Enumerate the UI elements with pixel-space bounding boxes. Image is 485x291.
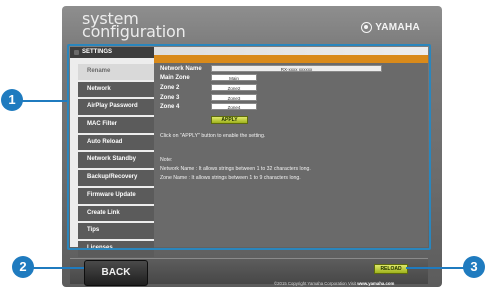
title-line-2: configuration <box>82 22 186 41</box>
callout-2-line <box>32 267 84 269</box>
back-button[interactable]: BACK <box>84 260 148 286</box>
yamaha-website-link[interactable]: www.yamaha.com <box>357 281 394 286</box>
settings-highlight-outline <box>67 44 431 250</box>
callout-3: 3 <box>463 256 485 278</box>
copyright-text: ©2015 Copyright Yamaha Corporation Visit… <box>274 281 394 286</box>
yamaha-logo-text: YAMAHA <box>375 22 420 33</box>
system-configuration-window: system configuration YAMAHA SETTINGS Ren… <box>62 6 442 287</box>
callout-2: 2 <box>12 256 34 278</box>
callout-3-line <box>406 267 471 269</box>
copyright-prefix: ©2015 Copyright Yamaha Corporation Visit <box>274 281 358 286</box>
yamaha-logo: YAMAHA <box>361 22 420 33</box>
page-title: system configuration <box>82 11 186 41</box>
callout-1: 1 <box>1 89 23 111</box>
yamaha-logo-icon <box>361 22 373 33</box>
callout-1-line <box>21 100 67 102</box>
reload-button[interactable]: RELOAD <box>374 264 408 274</box>
